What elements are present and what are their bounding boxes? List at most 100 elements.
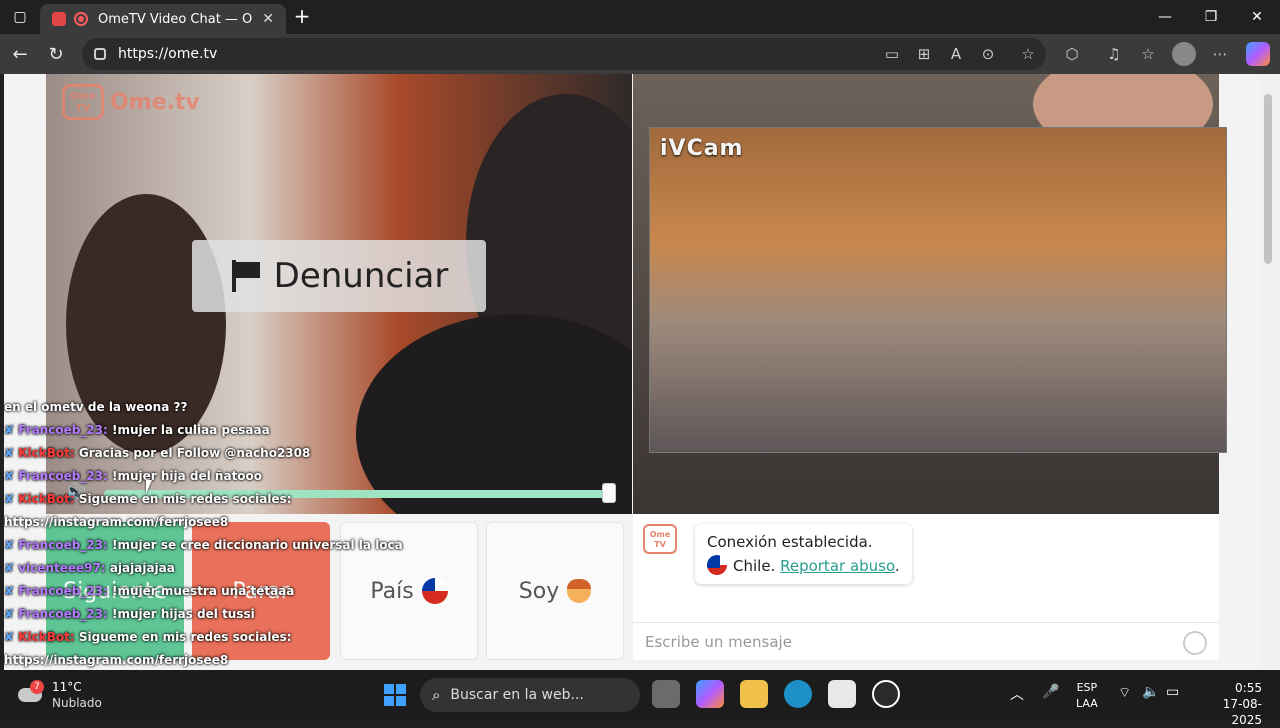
apps-icon[interactable]: ⊞ [912,42,936,66]
ometv-logo[interactable]: Ome TV Ome.tv [62,84,200,120]
chat-message: !mujer muestra una tetaaa [112,584,295,598]
cursor-icon [146,480,158,494]
country-text: Chile. [733,557,776,575]
chevron-up-icon[interactable]: ︿ [1010,684,1024,704]
chat-username: KickBot: [18,446,75,460]
volume-knob[interactable] [602,483,616,503]
message-bubble: Conexión establecida. Chile. Reportar ab… [695,524,912,584]
smiley-icon[interactable] [1183,631,1207,655]
gender-button[interactable]: Soy [486,522,624,660]
ometv-favicon [52,12,66,26]
stream-chat-line: ✘ Francoeb_23: !mujer hija del ñatooo [4,469,262,483]
ivcam-label: iVCam [660,136,744,161]
flag-icon [230,260,260,292]
url-text: https://ome.tv [118,46,218,62]
downloads-icon[interactable]: ♫ [1102,42,1126,66]
stream-chat-line: ✘ Francoeb_23: !mujer hijas del tussi [4,607,255,621]
language-indicator[interactable]: ESP LAA [1076,680,1098,712]
favorites-icon[interactable]: ☆ [1136,42,1160,66]
close-icon[interactable]: ✕ [262,11,274,27]
chat-badge-icon: ✘ [4,446,19,460]
chat-message: Sigueme en mis redes sociales: [78,630,292,644]
minimize-icon[interactable]: — [1142,0,1188,34]
search-placeholder: Buscar en la web... [450,687,584,703]
back-icon[interactable]: ← [6,40,34,68]
weather-badge: 7 [30,680,44,694]
copilot-icon[interactable] [1246,42,1270,66]
chat-message: Sigueme en mis redes sociales: [78,492,292,506]
camera-icon[interactable]: ▭ [880,42,904,66]
browser-tab[interactable]: OmeTV Video Chat — Omeg ✕ [40,4,286,34]
report-abuse-link[interactable]: Reportar abuso [780,557,895,575]
system-message: Ome TV Conexión establecida. Chile. Repo… [643,524,912,584]
restore-icon[interactable]: ❐ [1188,0,1234,34]
chat-username: KickBot: [18,492,75,506]
chat-badge-icon: ✘ [4,630,19,644]
lock-icon [94,48,106,60]
sidebar-icon[interactable]: ▢ [0,0,40,34]
stream-chat-line: en el ometv de la weona ?? [4,400,187,414]
more-tools-icon[interactable]: ⊙ [976,42,1000,66]
weather-icon[interactable]: 7 [18,680,46,704]
logo-text: Ome.tv [110,89,200,115]
address-bar-row: ← ↻ https://ome.tv ▭ ⊞ A ⊙ ☆ ⬡ ♫ ☆ ⋯ [0,34,1280,74]
menu-icon[interactable]: ⋯ [1208,42,1232,66]
page-scrollbar[interactable] [1260,74,1280,670]
wifi-icon[interactable]: ⌔ [1118,684,1131,702]
chat-message: !mujer hija del ñatooo [112,469,263,483]
chat-username: vicenteee97: [18,561,106,575]
gender-label: Soy [518,578,560,604]
copilot-app-icon[interactable] [696,680,724,708]
weather-desc[interactable]: Nublado [52,696,102,710]
obs-icon[interactable] [872,680,900,708]
chat-panel: Ome TV Conexión establecida. Chile. Repo… [633,514,1219,660]
scroll-thumb[interactable] [1264,94,1272,264]
chat-username: Francoeb_23: [18,584,108,598]
chat-badge-icon: ✘ [4,492,19,506]
chat-logo-icon: Ome TV [643,524,677,554]
chat-message: !mujer hijas del tussi [112,607,255,621]
mic-icon[interactable]: 🎤 [1042,684,1059,700]
chat-badge-icon: ✘ [4,469,19,483]
favorite-icon[interactable]: ☆ [1016,42,1040,66]
refresh-icon[interactable]: ↻ [42,40,70,68]
new-tab-icon[interactable]: + [290,4,314,28]
chat-badge-icon: ✘ [4,584,19,598]
report-button[interactable]: Denunciar [192,240,486,312]
file-explorer-icon[interactable] [740,680,768,708]
store-icon[interactable] [828,680,856,708]
taskbar-search[interactable]: ⌕ Buscar en la web... [420,678,640,712]
chat-badge-icon: ✘ [4,538,19,552]
tab-title: OmeTV Video Chat — Omeg [98,11,252,27]
start-icon[interactable] [384,684,406,706]
stream-chat-line: https://instagram.com/ferrjosee8 [4,653,228,667]
chat-username: Francoeb_23: [18,538,108,552]
extensions-icon[interactable]: ⬡ [1060,42,1084,66]
volume-icon[interactable]: 🔈 [1142,684,1159,700]
battery-icon[interactable]: ▭ [1166,684,1179,700]
profile-icon[interactable] [1172,42,1196,66]
task-view-icon[interactable] [652,680,680,708]
chat-message: Gracias por el Follow @nacho2308 [78,446,311,460]
window-close-icon[interactable]: ✕ [1234,0,1280,34]
lang-line2: LAA [1076,697,1098,710]
stream-chat-line: ✘ Francoeb_23: !mujer se cree diccionari… [4,538,403,552]
chat-message: ajajajajaa [109,561,175,575]
chile-flag-icon [421,578,448,604]
message-input[interactable]: Escribe un mensaje [633,622,1219,660]
chat-badge-icon: ✘ [4,607,19,621]
boy-face-icon [567,579,592,603]
connection-text: Conexión establecida. [707,533,873,551]
stream-chat-line: ✘ Francoeb_23: !mujer muestra una tetaaa [4,584,294,598]
chat-badge-icon: ✘ [4,561,19,575]
search-icon: ⌕ [432,686,441,704]
clock[interactable]: 0:55 17-08-2025 [1200,680,1262,728]
chat-username: Francoeb_23: [18,423,108,437]
edge-icon[interactable] [784,680,812,708]
ivcam-overlay: iVCam [649,127,1227,453]
chat-badge-icon: ✘ [4,423,19,437]
read-aloud-icon[interactable]: A [944,42,968,66]
weather-temp[interactable]: 11°C [52,680,82,694]
chat-username: KickBot: [18,630,75,644]
message-placeholder: Escribe un mensaje [645,632,792,651]
